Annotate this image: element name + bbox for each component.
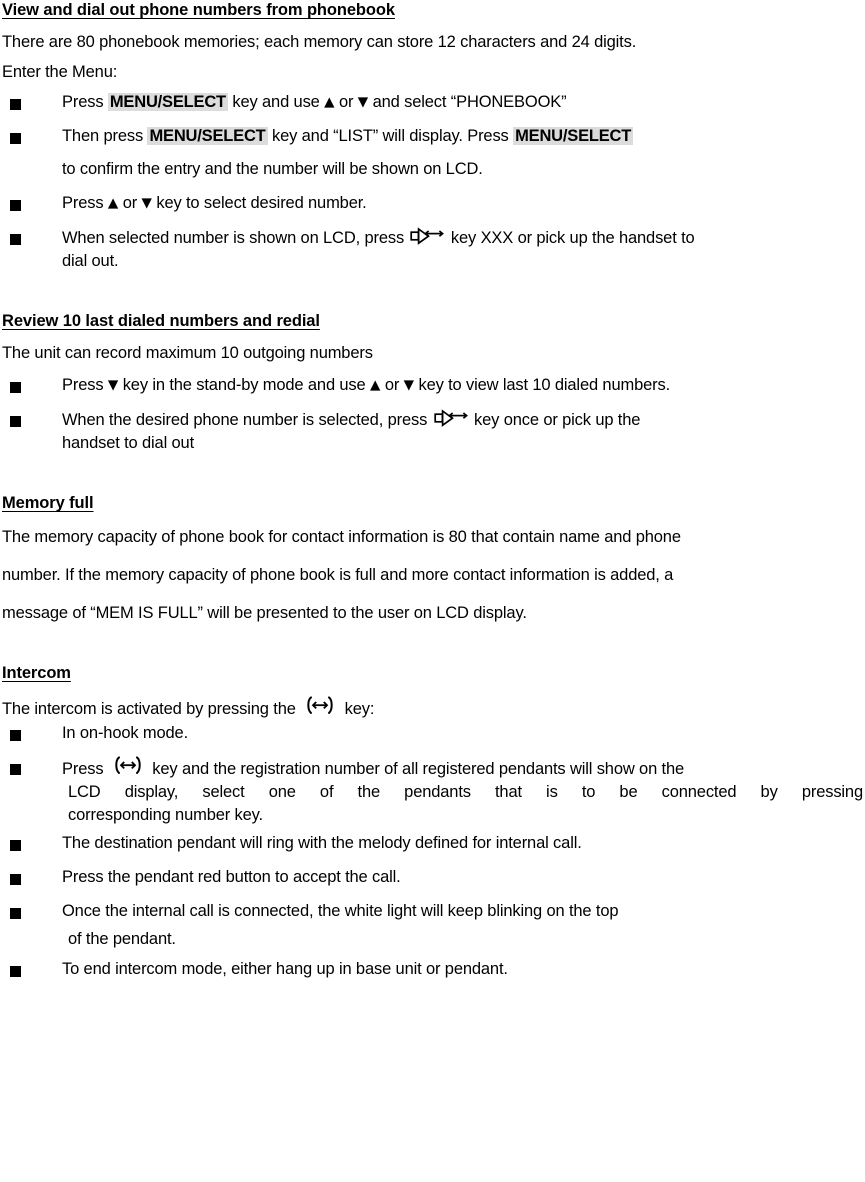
arrow-down-icon: ▼ xyxy=(403,377,415,393)
redial-bullet-list: Press ▼ key in the stand-by mode and use… xyxy=(0,375,865,453)
intercom-step-3-line: The destination pendant will ring with t… xyxy=(62,834,582,852)
redial-step-2-line: When the desired phone number is selecte… xyxy=(62,409,865,431)
step-text: Press xyxy=(62,93,108,111)
arrow-down-icon: ▼ xyxy=(357,94,369,110)
intercom-step-2-line: Press key and the registration number of… xyxy=(62,755,865,779)
list-item: Press ▲ or ▼ key to select desired numbe… xyxy=(0,193,865,213)
intercom-step-5-continuation: of the pendant. xyxy=(68,930,176,948)
square-bullet-icon xyxy=(10,133,21,144)
intercom-step-2-continuation-2: corresponding number key. xyxy=(68,806,263,824)
menu-select-key-label: MENU/SELECT xyxy=(147,127,268,145)
intercom-step-6-line: To end intercom mode, either hang up in … xyxy=(62,960,508,978)
step-text: or xyxy=(334,93,358,111)
list-item: When selected number is shown on LCD, pr… xyxy=(0,227,865,271)
intro-text: The intercom is activated by pressing th… xyxy=(2,700,301,718)
list-item: Press key and the registration number of… xyxy=(0,755,865,825)
phonebook-step-4-line: When selected number is shown on LCD, pr… xyxy=(62,227,865,249)
step-text: key to select desired number. xyxy=(151,194,367,212)
arrow-up-icon: ▲ xyxy=(324,94,335,110)
step-text: or xyxy=(118,194,142,212)
step-text: key once or pick up the xyxy=(469,411,641,429)
arrow-down-icon: ▼ xyxy=(141,195,152,211)
speakerphone-icon xyxy=(433,408,468,430)
intercom-step-2-continuation-1: LCD display, select one of the pendants … xyxy=(68,783,863,801)
phonebook-step-2-continuation: to confirm the entry and the number will… xyxy=(62,160,483,178)
phonebook-step-4-continuation: dial out. xyxy=(62,252,119,270)
step-text: Press xyxy=(62,376,108,394)
intercom-icon xyxy=(111,755,145,777)
section-heading-intercom: Intercom xyxy=(2,664,71,682)
step-text: key XXX or pick up the handset to xyxy=(446,229,695,247)
list-item: Press MENU/SELECT key and use ▲ or ▼ and… xyxy=(0,92,865,112)
list-item: Once the internal call is connected, the… xyxy=(0,901,865,949)
list-item: In on-hook mode. xyxy=(0,723,865,743)
square-bullet-icon xyxy=(10,234,21,245)
intercom-bullet-list: In on-hook mode. Press key and the regis… xyxy=(0,723,865,979)
square-bullet-icon xyxy=(10,908,21,919)
phonebook-step-2-line: Then press MENU/SELECT key and “LIST” wi… xyxy=(62,126,865,146)
list-item: To end intercom mode, either hang up in … xyxy=(0,959,865,979)
phonebook-bullet-list: Press MENU/SELECT key and use ▲ or ▼ and… xyxy=(0,92,865,271)
step-text: When the desired phone number is selecte… xyxy=(62,411,432,429)
step-text: or xyxy=(380,376,404,394)
intercom-icon xyxy=(303,695,337,717)
section-heading-phonebook: View and dial out phone numbers from pho… xyxy=(2,1,395,19)
list-item: Press ▼ key in the stand-by mode and use… xyxy=(0,375,865,395)
list-item: Press the pendant red button to accept t… xyxy=(0,867,865,887)
memory-full-line-3: message of “MEM IS FULL” will be present… xyxy=(2,604,527,622)
intro-text: key: xyxy=(340,700,375,718)
list-item: Then press MENU/SELECT key and “LIST” wi… xyxy=(0,126,865,179)
intercom-intro-line: The intercom is activated by pressing th… xyxy=(0,695,865,719)
step-text: key to view last 10 dialed numbers. xyxy=(414,376,671,394)
intercom-step-4-line: Press the pendant red button to accept t… xyxy=(62,868,401,886)
redial-step-1-line: Press ▼ key in the stand-by mode and use… xyxy=(62,375,865,395)
memory-full-line-2: number. If the memory capacity of phone … xyxy=(2,566,674,584)
list-item: The destination pendant will ring with t… xyxy=(0,833,865,853)
manual-page: View and dial out phone numbers from pho… xyxy=(0,0,865,1182)
section-heading-intercom-row: Intercom xyxy=(0,663,865,683)
square-bullet-icon xyxy=(10,416,21,427)
menu-select-key-label: MENU/SELECT xyxy=(513,127,634,145)
square-bullet-icon xyxy=(10,874,21,885)
memory-full-line-1: The memory capacity of phone book for co… xyxy=(2,528,681,546)
section-heading-memory-full-row: Memory full xyxy=(0,493,865,513)
section-heading-memory-full: Memory full xyxy=(2,494,94,512)
speakerphone-icon xyxy=(410,226,445,248)
section-heading-redial: Review 10 last dialed numbers and redial xyxy=(2,312,320,330)
menu-select-key-label: MENU/SELECT xyxy=(107,93,228,111)
step-text: key and “LIST” will display. Press xyxy=(267,127,514,145)
phonebook-step-3-line: Press ▲ or ▼ key to select desired numbe… xyxy=(62,193,865,213)
phonebook-intro-line-1: There are 80 phonebook memories; each me… xyxy=(2,33,637,51)
section-heading-redial-row: Review 10 last dialed numbers and redial xyxy=(0,311,865,331)
square-bullet-icon xyxy=(10,966,21,977)
section-heading-phonebook-row: View and dial out phone numbers from pho… xyxy=(0,0,865,20)
square-bullet-icon xyxy=(10,730,21,741)
square-bullet-icon xyxy=(10,382,21,393)
redial-step-2-continuation: handset to dial out xyxy=(62,434,195,452)
redial-intro-line: The unit can record maximum 10 outgoing … xyxy=(2,344,373,362)
intercom-step-1-line: In on-hook mode. xyxy=(62,724,189,742)
square-bullet-icon xyxy=(10,99,21,110)
phonebook-intro-line-2: Enter the Menu: xyxy=(2,63,118,81)
step-text: key and use xyxy=(227,93,325,111)
step-text: Then press xyxy=(62,127,148,145)
arrow-up-icon: ▲ xyxy=(370,377,381,393)
intercom-step-5-line: Once the internal call is connected, the… xyxy=(62,902,619,920)
step-text: When selected number is shown on LCD, pr… xyxy=(62,229,409,247)
arrow-down-icon: ▼ xyxy=(107,377,119,393)
square-bullet-icon xyxy=(10,764,21,775)
list-item: When the desired phone number is selecte… xyxy=(0,409,865,453)
square-bullet-icon xyxy=(10,840,21,851)
arrow-up-icon: ▲ xyxy=(107,195,119,211)
step-text: key and the registration number of all r… xyxy=(147,760,685,778)
step-text: key in the stand-by mode and use xyxy=(118,376,370,394)
step-text: and select “PHONEBOOK” xyxy=(368,93,567,111)
square-bullet-icon xyxy=(10,200,21,211)
phonebook-step-1-line: Press MENU/SELECT key and use ▲ or ▼ and… xyxy=(62,92,865,112)
step-text: Press xyxy=(62,194,108,212)
step-text: Press xyxy=(62,760,108,778)
